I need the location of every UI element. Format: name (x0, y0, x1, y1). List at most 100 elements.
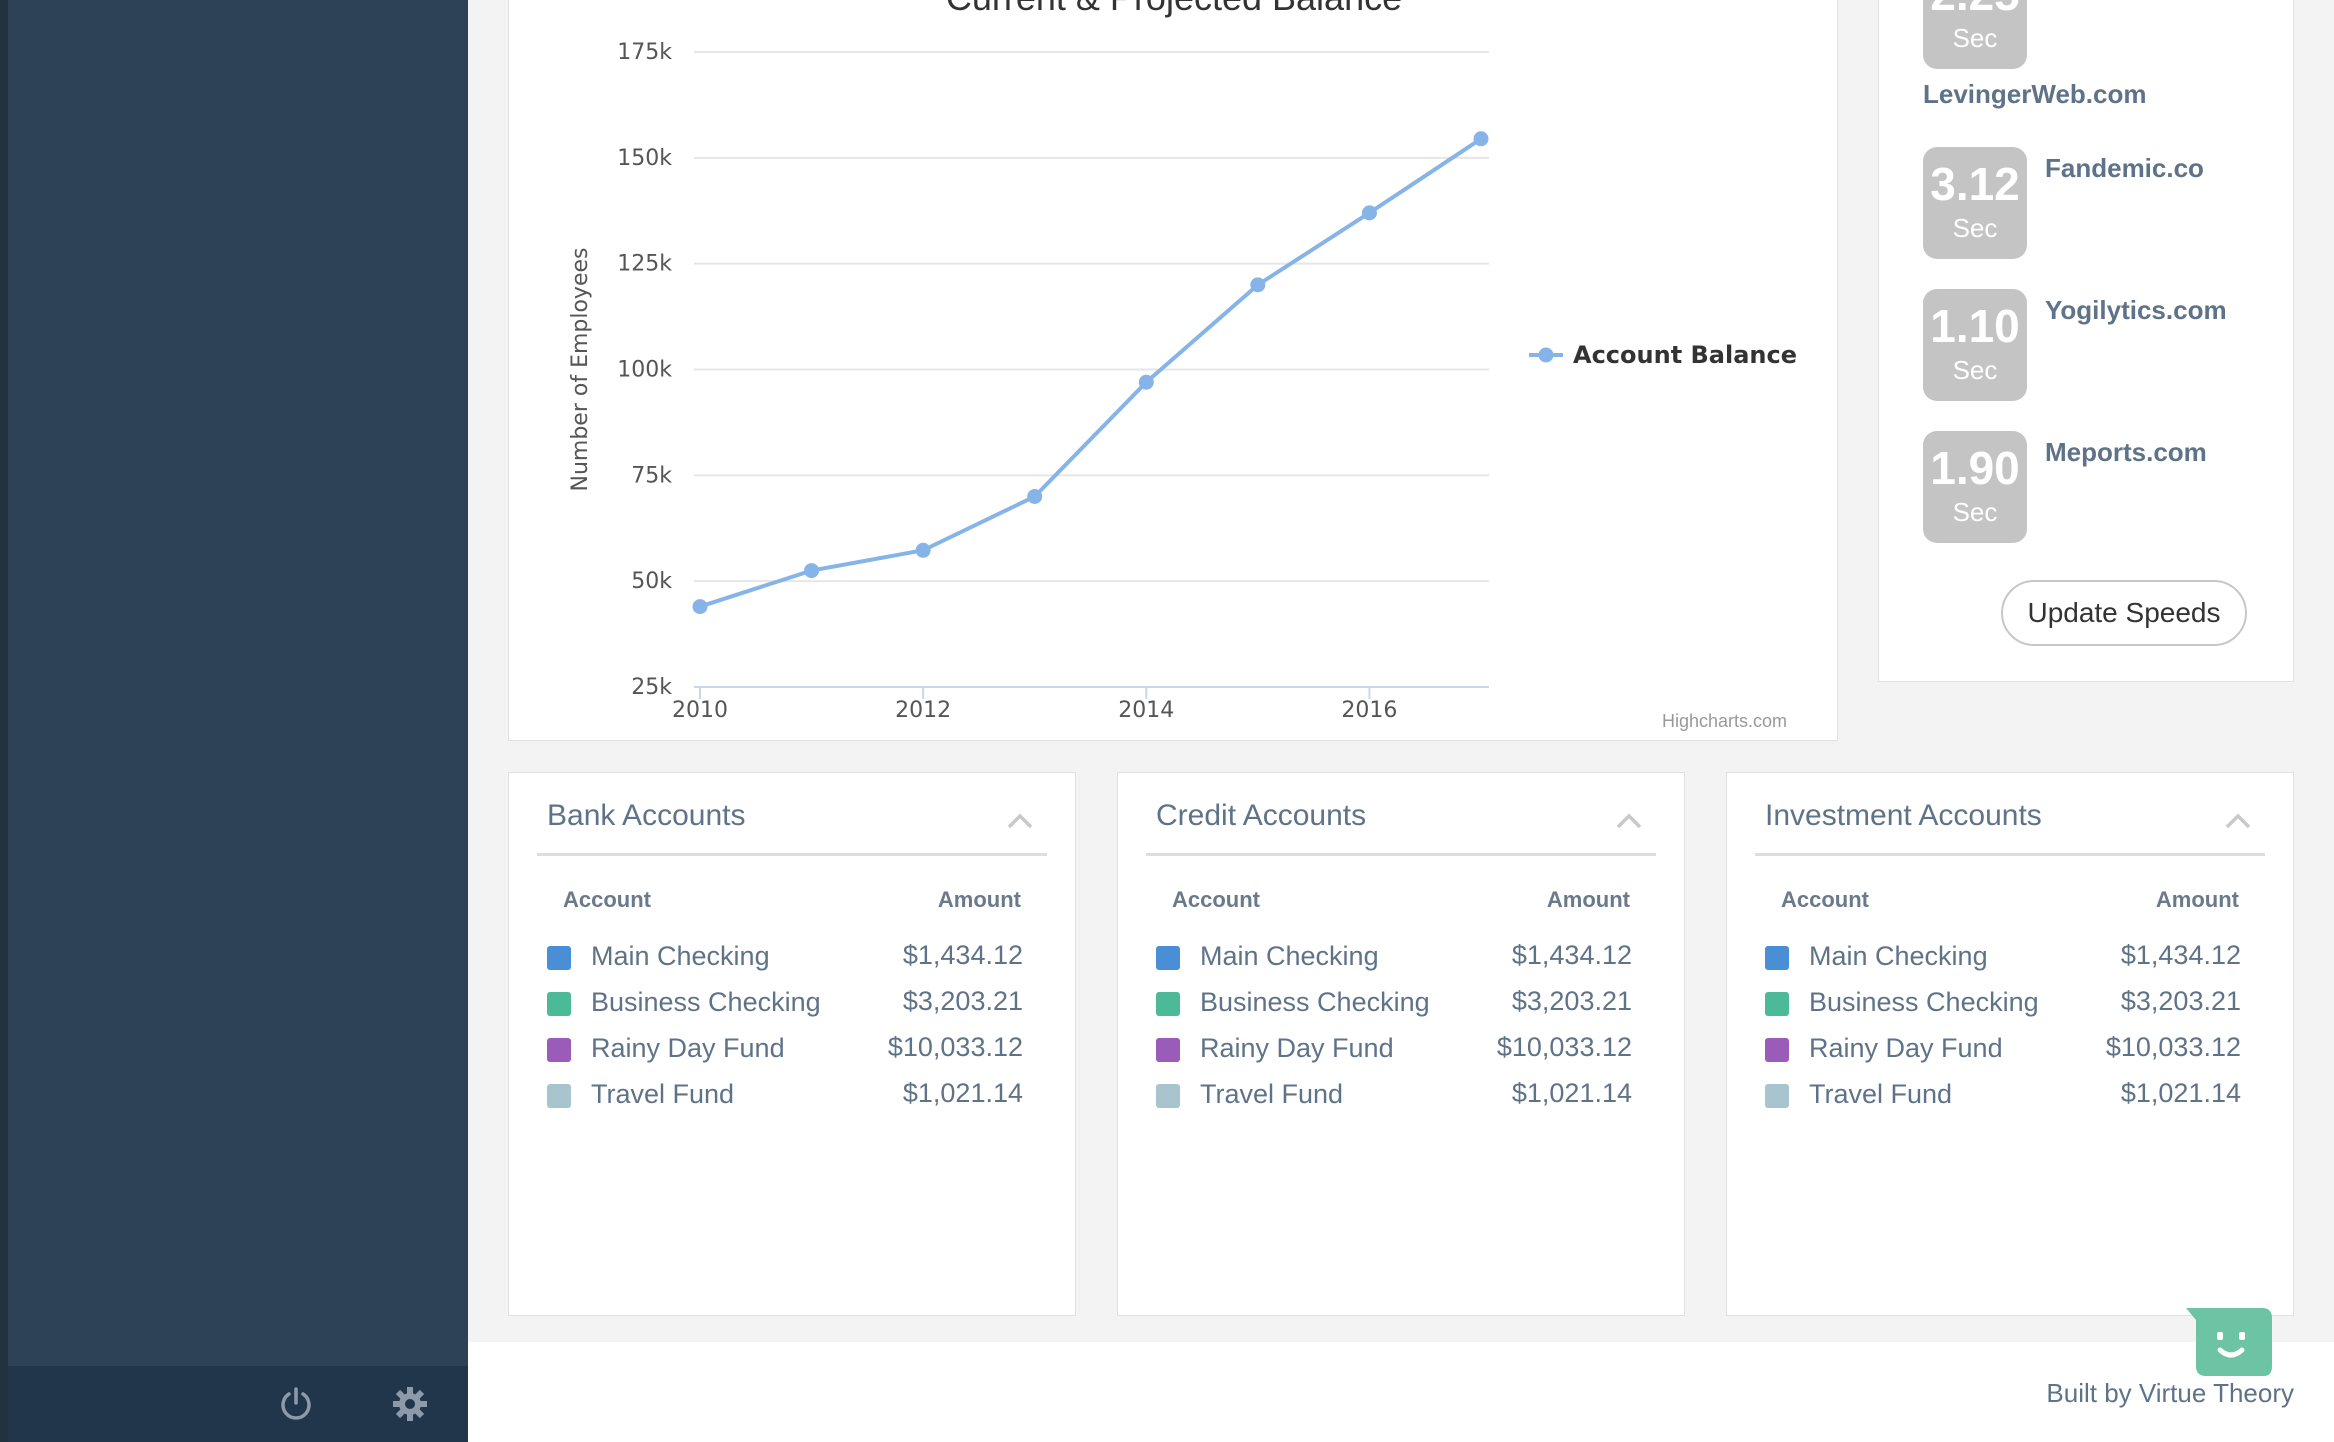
speed-value: 1.10 (1930, 300, 2020, 352)
account-row[interactable]: Rainy Day Fund $10,033.12 (1727, 1030, 2293, 1070)
account-name: Travel Fund (1809, 1079, 1953, 1109)
account-name: Travel Fund (1200, 1079, 1344, 1109)
y-tick-label: 75k (631, 463, 672, 488)
x-tick-label: 2010 (672, 698, 728, 723)
chevron-up-icon[interactable] (1007, 813, 1033, 829)
color-swatch (547, 992, 571, 1016)
speed-unit: Sec (1952, 213, 1998, 243)
data-point (692, 599, 708, 615)
account-amount: $10,033.12 (1496, 1032, 1632, 1062)
balance-line-chart: 25k 50k 75k 100k 125k 150k 175k 2010 2012 2014 201… (568, 40, 1797, 723)
sidebar-edge (0, 0, 8, 1442)
chevron-up-icon[interactable] (2225, 813, 2251, 829)
account-row[interactable]: Business Checking $3,203.21 (509, 984, 1075, 1024)
power-icon[interactable] (276, 1384, 316, 1424)
column-header-account: Account (563, 887, 651, 912)
balance-chart-panel: Current & Projected Balance 25k50k75k100… (508, 0, 1838, 741)
y-tick-label: 125k (617, 252, 672, 277)
column-header-amount: Amount (1546, 887, 1630, 912)
card-divider (537, 853, 1047, 856)
card-title: Credit Accounts (1156, 799, 1367, 832)
color-swatch (1156, 1038, 1180, 1062)
x-tick-label: 2014 (1118, 698, 1174, 723)
account-amount: $1,434.12 (2120, 940, 2241, 970)
color-swatch (1765, 992, 1789, 1016)
gear-icon[interactable] (390, 1384, 430, 1424)
site-speed-panel: 2.25 Sec LevingerWeb.com 3.12 Sec Fandem… (1878, 0, 2294, 682)
account-name: Business Checking (1809, 987, 2039, 1017)
account-name: Travel Fund (591, 1079, 735, 1109)
account-row[interactable]: Main Checking $1,434.12 (509, 938, 1075, 978)
account-row[interactable]: Travel Fund $1,021.14 (509, 1076, 1075, 1116)
card-divider (1146, 853, 1656, 856)
account-name: Main Checking (591, 941, 770, 971)
column-header-amount: Amount (2155, 887, 2239, 912)
color-swatch (1765, 1084, 1789, 1108)
speed-site: Yogilytics.com (2045, 295, 2227, 325)
legend-label: Account Balance (1573, 341, 1797, 369)
color-swatch (1765, 1038, 1789, 1062)
speed-badge: 1.90 Sec (1923, 431, 2027, 543)
y-tick-label: 150k (617, 146, 672, 171)
data-point (1138, 374, 1154, 390)
update-speeds-button[interactable]: Update Speeds (2001, 580, 2247, 646)
account-row[interactable]: Business Checking $3,203.21 (1727, 984, 2293, 1024)
speed-site: Fandemic.co (2045, 153, 2204, 183)
card-title: Bank Accounts (547, 799, 746, 832)
card-title: Investment Accounts (1765, 799, 2042, 832)
account-amount: $1,434.12 (1511, 940, 1632, 970)
speed-unit: Sec (1952, 355, 1998, 385)
account-name: Rainy Day Fund (1200, 1033, 1394, 1063)
speed-badge: 1.10 Sec (1923, 289, 2027, 401)
account-amount: $3,203.21 (902, 986, 1023, 1016)
column-header-account: Account (1781, 887, 1869, 912)
account-name: Business Checking (1200, 987, 1430, 1017)
account-name: Main Checking (1809, 941, 1988, 971)
chevron-up-icon[interactable] (1616, 813, 1642, 829)
x-tick-label: 2016 (1341, 698, 1397, 723)
chart-credits[interactable]: Highcharts.com (1662, 711, 1787, 732)
color-swatch (547, 1038, 571, 1062)
speed-value: 3.12 (1930, 158, 2020, 210)
x-tick-label: 2012 (895, 698, 951, 723)
color-swatch (1156, 946, 1180, 970)
data-point (804, 563, 820, 579)
speed-badge: 3.12 Sec (1923, 147, 2027, 259)
account-row[interactable]: Travel Fund $1,021.14 (1727, 1076, 2293, 1116)
account-name: Rainy Day Fund (1809, 1033, 2003, 1063)
account-row[interactable]: Main Checking $1,434.12 (1118, 938, 1684, 978)
data-point (915, 542, 931, 558)
column-header-account: Account (1172, 887, 1260, 912)
account-amount: $1,021.14 (2120, 1078, 2241, 1108)
account-amount: $3,203.21 (2120, 986, 2241, 1016)
credit-accounts-card: Credit Accounts Account Amount Main Chec… (1117, 772, 1685, 1316)
account-row[interactable]: Main Checking $1,434.12 (1727, 938, 2293, 978)
speed-value: 2.25 (1923, 0, 2027, 19)
data-point (1250, 277, 1266, 293)
account-amount: $3,203.21 (1511, 986, 1632, 1016)
speed-site: Meports.com (2045, 437, 2207, 467)
column-header-amount: Amount (937, 887, 1021, 912)
speed-site: LevingerWeb.com (1923, 79, 2147, 109)
account-row[interactable]: Rainy Day Fund $10,033.12 (509, 1030, 1075, 1070)
account-amount: $1,021.14 (902, 1078, 1023, 1108)
account-amount: $10,033.12 (887, 1032, 1023, 1062)
y-tick-label: 100k (617, 358, 672, 383)
account-row[interactable]: Travel Fund $1,021.14 (1118, 1076, 1684, 1116)
color-swatch (1765, 946, 1789, 970)
y-tick-label: 175k (617, 40, 672, 65)
card-divider (1755, 853, 2265, 856)
account-row[interactable]: Business Checking $3,203.21 (1118, 984, 1684, 1024)
account-amount: $1,434.12 (902, 940, 1023, 970)
data-point (1473, 131, 1489, 147)
built-by-credit[interactable]: Built by Virtue Theory (2046, 1378, 2294, 1409)
account-name: Rainy Day Fund (591, 1033, 785, 1063)
data-point (1027, 489, 1043, 504)
bank-accounts-card: Bank Accounts Account Amount Main Checki… (508, 772, 1076, 1316)
y-axis-title: Number of Employees (568, 248, 593, 492)
account-row[interactable]: Rainy Day Fund $10,033.12 (1118, 1030, 1684, 1070)
account-amount: $10,033.12 (2105, 1032, 2241, 1062)
chat-bot-icon[interactable] (2184, 1306, 2274, 1382)
account-name: Business Checking (591, 987, 821, 1017)
account-name: Main Checking (1200, 941, 1379, 971)
